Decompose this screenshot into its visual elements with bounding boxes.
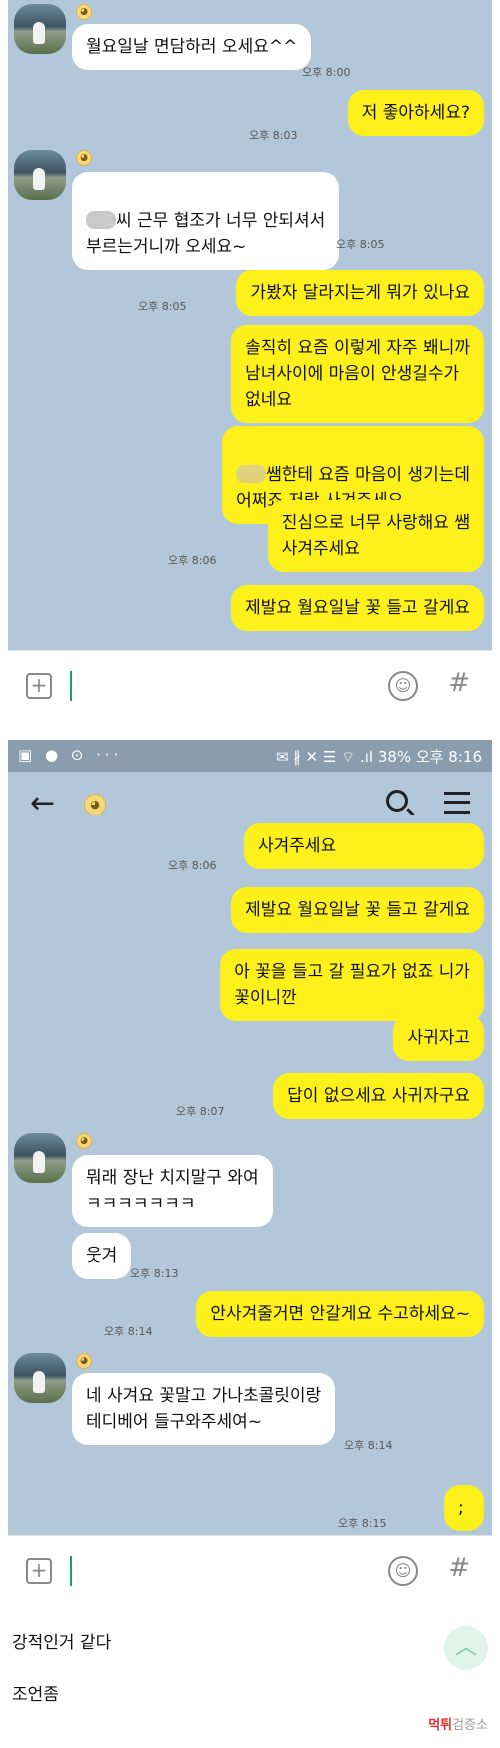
plus-icon[interactable]: + xyxy=(26,673,52,699)
message-input-bar: + ☺ # xyxy=(8,1535,492,1605)
message-bubble[interactable]: 진심으로 너무 사랑해요 쌤 사겨주세요 xyxy=(267,500,484,572)
message-bubble[interactable]: 사귀자고 xyxy=(393,1015,484,1061)
message-time: 오후 8:14 xyxy=(344,1439,393,1452)
status-right: ✉ ∦ ✕ ☰ ⌔ .ıl 38% 오후 8:16 xyxy=(275,748,482,766)
message-bubble[interactable]: 사겨주세요 xyxy=(244,823,484,869)
message-bubble[interactable]: 안사겨줄거면 안갈게요 수고하세요~ xyxy=(196,1291,484,1337)
blurred-name xyxy=(236,465,267,483)
profile-emoji-icon: ◕ xyxy=(76,150,92,166)
message-time: 오후 8:00 xyxy=(302,66,351,79)
friend-avatar[interactable] xyxy=(14,1353,66,1403)
profile-emoji-icon: ◕ xyxy=(76,4,92,20)
message-bubble[interactable]: 아 꽃을 들고 갈 필요가 없죠 니가 꽃이니깐 xyxy=(220,949,484,1021)
emoji-icon[interactable]: ☺ xyxy=(388,671,418,701)
message-time: 오후 8:14 xyxy=(104,1325,153,1338)
message-bubble[interactable]: 네 사겨요 꽃말고 가나초콜릿이랑 테디베어 들구와주세여~ xyxy=(72,1373,336,1445)
profile-emoji-icon: ◕ xyxy=(76,1353,92,1369)
message-time: 오후 8:13 xyxy=(130,1267,179,1280)
message-time: 오후 8:07 xyxy=(176,1105,225,1118)
blurred-name xyxy=(86,211,116,229)
hash-icon[interactable]: # xyxy=(448,668,470,698)
post-text-line: 강적인거 같다 xyxy=(12,1633,112,1653)
friend-avatar[interactable] xyxy=(14,150,66,200)
friend-avatar[interactable] xyxy=(14,1133,66,1183)
post-text-line: 조언좀 xyxy=(12,1685,59,1705)
message-time: 오후 8:05 xyxy=(336,238,385,251)
plus-icon[interactable]: + xyxy=(26,1558,52,1584)
message-time: 오후 8:05 xyxy=(138,300,187,313)
search-icon[interactable] xyxy=(386,790,408,812)
message-bubble[interactable]: 가봤자 달라지는게 뭐가 있나요 xyxy=(236,270,484,316)
status-bar: ▣ ● ⊙ ··· ✉ ∦ ✕ ☰ ⌔ .ıl 38% 오후 8:16 xyxy=(8,740,492,772)
chat-screen-2[interactable]: 오후 8:06 사겨주세요 제발요 월요일날 꽃 들고 갈게요 아 꽃을 들고 … xyxy=(8,815,492,1535)
message-bubble[interactable]: 씨 근무 협조가 너무 안되셔서 부르는거니까 오세요~ xyxy=(72,172,340,270)
message-time: 오후 8:03 xyxy=(249,129,298,142)
message-time: 오후 8:06 xyxy=(168,554,217,567)
profile-emoji-icon: ◕ xyxy=(76,1133,92,1149)
message-bubble[interactable]: 웃겨 xyxy=(72,1233,132,1279)
message-bubble[interactable]: 답이 없으세요 사귀자구요 xyxy=(273,1073,484,1119)
message-text: 씨 근무 협조가 너무 안되셔서 부르는거니까 오세요~ xyxy=(86,211,326,257)
message-bubble[interactable]: 월요일날 면담하러 오세요^^ xyxy=(72,24,312,70)
profile-emoji-icon[interactable]: ◕ xyxy=(84,794,106,816)
menu-icon[interactable] xyxy=(444,792,470,814)
message-time: 오후 8:15 xyxy=(338,1517,387,1530)
message-input-bar: + ☺ # xyxy=(8,650,492,720)
chat-screen-1[interactable]: ◕ 월요일날 면담하러 오세요^^ 오후 8:00 저 좋아하세요? 오후 8:… xyxy=(8,0,492,650)
message-bubble[interactable]: 제발요 월요일날 꽃 들고 갈게요 xyxy=(231,585,484,631)
message-bubble[interactable]: 뭐래 장난 치지말구 와여 ㅋㅋㅋㅋㅋㅋㅋ xyxy=(72,1155,273,1227)
friend-avatar[interactable] xyxy=(14,4,66,54)
message-bubble[interactable]: 제발요 월요일날 꽃 들고 갈게요 xyxy=(231,887,484,933)
notification-icons: ▣ ● ⊙ ··· xyxy=(18,746,123,764)
message-input[interactable] xyxy=(70,1556,72,1586)
emoji-icon[interactable]: ☺ xyxy=(388,1556,418,1586)
message-bubble[interactable]: ; xyxy=(444,1485,484,1531)
site-watermark: 먹튀검증소 xyxy=(428,1718,488,1733)
message-bubble[interactable]: 솔직히 요즘 이렇게 자주 봬니까 남녀사이에 마음이 안생길수가 없네요 xyxy=(231,325,484,423)
message-input[interactable] xyxy=(70,671,72,701)
message-bubble[interactable]: 저 좋아하세요? xyxy=(347,90,484,136)
scroll-to-top-button[interactable]: ︿ xyxy=(444,1626,488,1670)
hash-icon[interactable]: # xyxy=(448,1553,470,1583)
message-time: 오후 8:06 xyxy=(168,859,217,872)
